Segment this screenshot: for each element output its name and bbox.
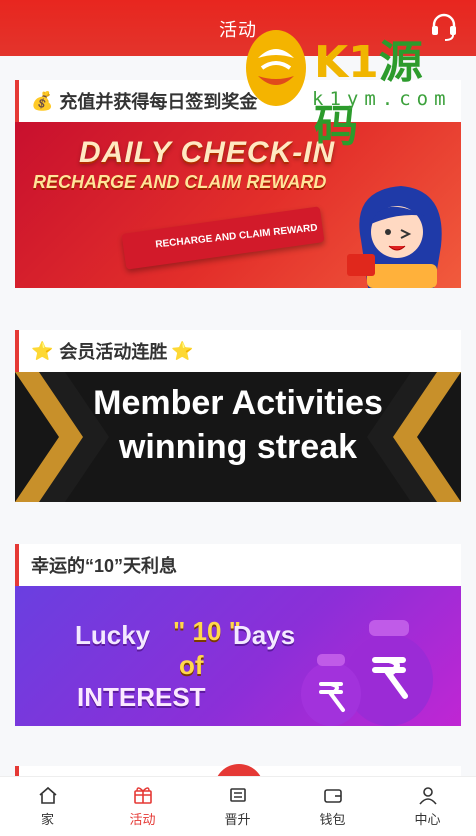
- money-bag-icon: 💰: [31, 90, 54, 111]
- star-icon: ⭐: [171, 340, 194, 361]
- bottom-tab-bar: 家 活动 晋升 钱包 中心: [0, 776, 476, 836]
- banner-word-interest: INTEREST: [77, 682, 206, 712]
- tab-label: 家: [40, 812, 54, 827]
- user-icon: [418, 787, 437, 805]
- activity-card-member-streak[interactable]: ⭐ 会员活动连胜 ⭐ Member Activities winning str…: [15, 330, 461, 502]
- banner-subheadline: RECHARGE AND CLAIM REWARD: [33, 172, 327, 192]
- watermark-url: k1ym.com: [312, 88, 452, 110]
- tab-label: 晋升: [224, 812, 251, 827]
- wallet-icon: [323, 789, 342, 803]
- banner-word-days: Days: [233, 620, 296, 650]
- tab-account-center[interactable]: 中心: [380, 783, 475, 828]
- banner-headline: DAILY CHECK-IN: [79, 136, 336, 169]
- tab-wallet[interactable]: 钱包: [285, 783, 380, 828]
- home-icon: [38, 786, 57, 804]
- card-title: 充值并获得每日签到奖金: [59, 92, 258, 112]
- banner-word-ten: " 10 ": [173, 616, 242, 646]
- tab-label: 钱包: [319, 812, 346, 827]
- lucky-interest-banner[interactable]: Lucky " 10 " Days of INTEREST: [15, 586, 461, 726]
- card-header: 幸运的“10”天利息: [15, 544, 461, 586]
- banner-headline: Member Activities: [93, 384, 383, 422]
- banner-word-of: of: [179, 650, 204, 680]
- star-icon: ⭐: [31, 340, 54, 361]
- tab-activity[interactable]: 活动: [95, 783, 190, 828]
- banner-word-lucky: Lucky: [75, 620, 151, 650]
- activity-card-lucky-interest[interactable]: 幸运的“10”天利息 Lucky " 10 " Days of INTEREST: [15, 544, 461, 726]
- watermark-emblem: [246, 30, 306, 106]
- tab-label: 活动: [129, 812, 156, 827]
- promotion-icon: [229, 788, 246, 802]
- card-title: 幸运的“10”天利息: [31, 556, 178, 576]
- card-header: ⭐ 会员活动连胜 ⭐: [15, 330, 461, 372]
- activity-icon: [133, 787, 152, 804]
- tab-label: 中心: [414, 812, 441, 827]
- member-streak-banner[interactable]: Member Activities winning streak: [15, 372, 461, 502]
- tab-home[interactable]: 家: [0, 783, 95, 828]
- girl-illustration-icon: [347, 186, 442, 288]
- tab-promotion[interactable]: 晋升: [190, 783, 285, 828]
- money-bag-icon: [301, 620, 433, 726]
- watermark-logo: K1源码 k1ym.com: [244, 26, 454, 152]
- banner-subheadline: winning streak: [118, 428, 358, 466]
- card-title: 会员活动连胜: [59, 342, 168, 362]
